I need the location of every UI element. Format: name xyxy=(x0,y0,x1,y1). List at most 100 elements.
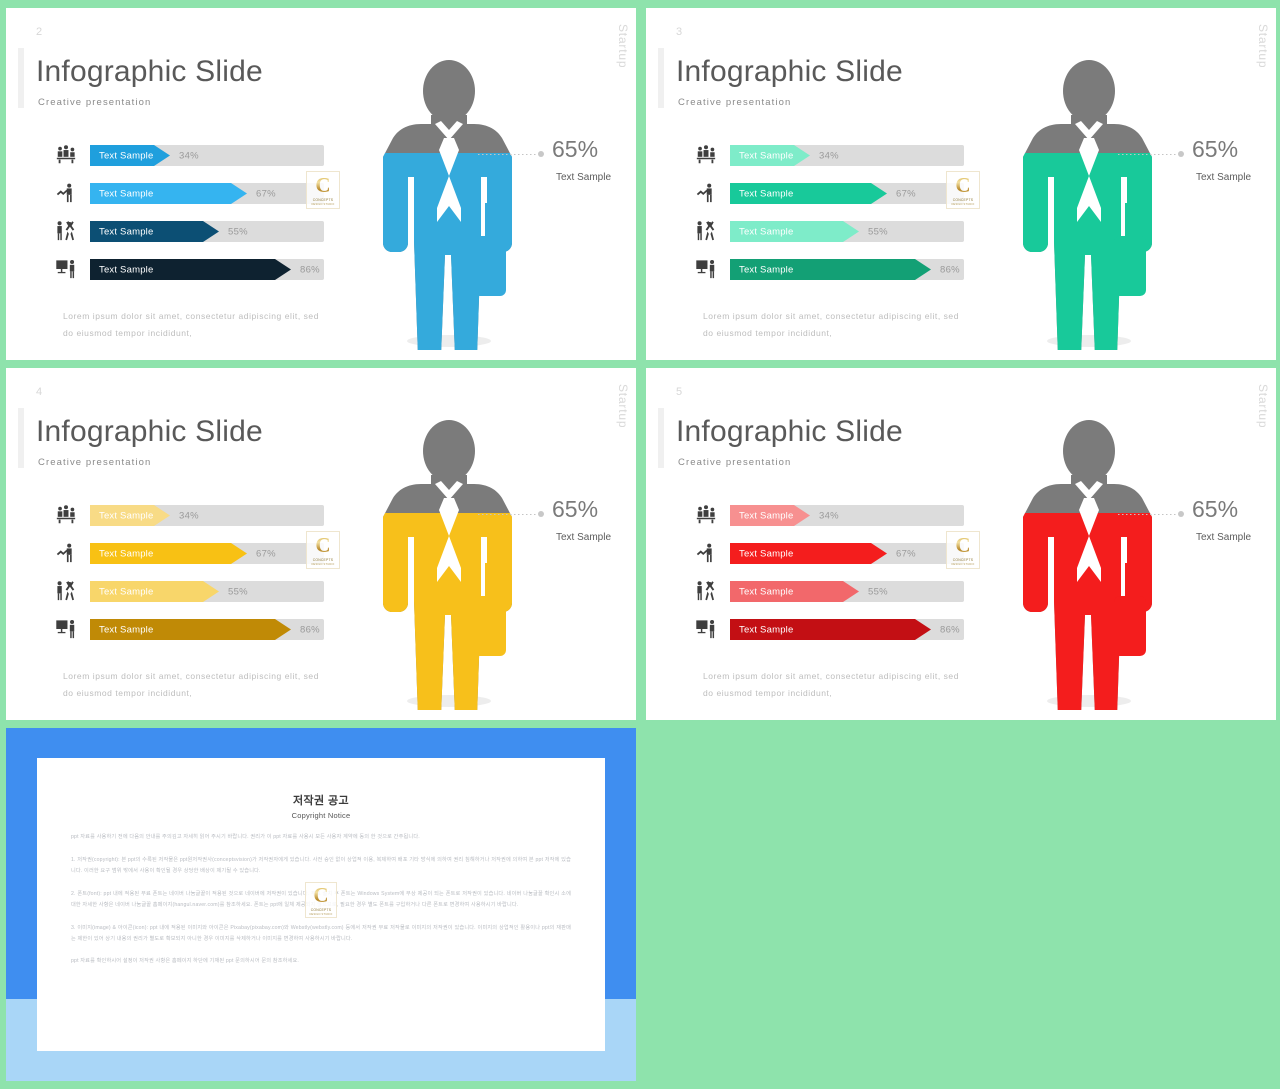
callout-label: Text Sample xyxy=(556,172,612,183)
team-meeting-icon xyxy=(54,143,78,167)
bar-track: Text Sample 67% xyxy=(730,183,964,204)
bar-row[interactable]: Text Sample 55% xyxy=(54,217,344,246)
bar-percent: 55% xyxy=(228,586,248,597)
bar-row[interactable]: Text Sample 86% xyxy=(694,615,984,644)
bar-label: Text Sample xyxy=(99,226,154,237)
slide-2[interactable]: 2 Startup Infographic Slide Creative pre… xyxy=(6,8,636,360)
bar-percent: 86% xyxy=(300,264,320,275)
bar-row[interactable]: Text Sample 86% xyxy=(54,255,344,284)
title-accent-bar xyxy=(658,48,664,108)
background-filler xyxy=(636,720,1280,1089)
watermark-logo: C CONCEPTS DESIGN STUDIO xyxy=(946,531,980,569)
callout-percent: 65% xyxy=(1192,496,1239,522)
bar-row[interactable]: Text Sample 55% xyxy=(54,577,344,606)
presentation-icon xyxy=(694,257,718,281)
bar-track: Text Sample 86% xyxy=(730,619,964,640)
watermark-logo: C CONCEPTS DESIGN STUDIO xyxy=(306,531,340,569)
bar-label: Text Sample xyxy=(739,624,794,635)
bar-row[interactable]: Text Sample 67% xyxy=(694,179,984,208)
watermark-line2: DESIGN STUDIO xyxy=(311,202,335,206)
bar-chart: Text Sample 34% Text Sample 67% Text Sam… xyxy=(54,501,344,653)
body-paragraph: Lorem ipsum dolor sit amet, consectetur … xyxy=(63,311,319,338)
watermark-letter: C xyxy=(955,172,971,197)
presentation-icon xyxy=(54,257,78,281)
businessman-figure xyxy=(361,60,536,350)
watermark-logo-copyright: C CONCEPTS DESIGN STUDIO xyxy=(305,882,337,918)
bar-track: Text Sample 67% xyxy=(90,183,324,204)
presentation-icon xyxy=(54,617,78,641)
bar-track: Text Sample 34% xyxy=(730,505,964,526)
slide-number: 5 xyxy=(676,386,683,398)
callout-leader-line xyxy=(478,514,536,515)
bar-percent: 55% xyxy=(868,586,888,597)
bar-label: Text Sample xyxy=(739,226,794,237)
callout-label: Text Sample xyxy=(1196,532,1252,543)
bar-row[interactable]: Text Sample 86% xyxy=(694,255,984,284)
bar-label: Text Sample xyxy=(99,586,154,597)
bar-track: Text Sample 34% xyxy=(730,145,964,166)
watermark-line1: CONCEPTS xyxy=(952,197,974,202)
bar-fill: Text Sample xyxy=(730,619,931,640)
bar-row[interactable]: Text Sample 34% xyxy=(54,501,344,530)
watermark-line2: DESIGN STUDIO xyxy=(311,562,335,566)
title-accent-bar xyxy=(658,408,664,468)
team-meeting-icon xyxy=(694,143,718,167)
bar-fill: Text Sample xyxy=(90,145,170,166)
copyright-title-english: Copyright Notice xyxy=(291,811,351,820)
bar-fill: Text Sample xyxy=(90,581,219,602)
bar-track: Text Sample 34% xyxy=(90,145,324,166)
watermark-line1: CONCEPTS xyxy=(310,907,332,912)
bar-row[interactable]: Text Sample 55% xyxy=(694,217,984,246)
bar-row[interactable]: Text Sample 34% xyxy=(694,501,984,530)
bar-fill: Text Sample xyxy=(730,221,859,242)
watermark-letter: C xyxy=(315,172,331,197)
bar-label: Text Sample xyxy=(739,264,794,275)
watermark-line1: CONCEPTS xyxy=(312,557,334,562)
watermark-line1: CONCEPTS xyxy=(312,197,334,202)
slide-5[interactable]: 5 Startup Infographic Slide Creative pre… xyxy=(646,368,1276,720)
bar-percent: 67% xyxy=(896,188,916,199)
bar-label: Text Sample xyxy=(99,548,154,559)
bar-track: Text Sample 67% xyxy=(90,543,324,564)
bar-row[interactable]: Text Sample 55% xyxy=(694,577,984,606)
title-accent-bar xyxy=(18,48,24,108)
slide-3[interactable]: 3 Startup Infographic Slide Creative pre… xyxy=(646,8,1276,360)
bar-track: Text Sample 55% xyxy=(90,581,324,602)
watermark-line1: CONCEPTS xyxy=(952,557,974,562)
bar-row[interactable]: Text Sample 67% xyxy=(694,539,984,568)
callout-label: Text Sample xyxy=(556,532,612,543)
bar-fill: Text Sample xyxy=(90,543,247,564)
bar-label: Text Sample xyxy=(99,510,154,521)
bar-track: Text Sample 86% xyxy=(730,259,964,280)
bar-percent: 55% xyxy=(228,226,248,237)
bar-row[interactable]: Text Sample 86% xyxy=(54,615,344,644)
callout-end-dot xyxy=(538,511,544,517)
bar-row[interactable]: Text Sample 34% xyxy=(54,141,344,170)
callout-percent: 65% xyxy=(552,496,599,522)
bar-percent: 34% xyxy=(179,510,199,521)
slide-4[interactable]: 4 Startup Infographic Slide Creative pre… xyxy=(6,368,636,720)
body-paragraph: Lorem ipsum dolor sit amet, consectetur … xyxy=(63,671,319,698)
callout-label: Text Sample xyxy=(1196,172,1252,183)
callout-leader-line xyxy=(1118,154,1176,155)
bar-percent: 67% xyxy=(896,548,916,559)
businessman-figure xyxy=(1001,420,1176,710)
page-title: Infographic Slide xyxy=(676,415,903,448)
watermark-logo: C CONCEPTS DESIGN STUDIO xyxy=(306,171,340,209)
callout-percent: 65% xyxy=(1192,136,1239,162)
bar-percent: 67% xyxy=(256,548,276,559)
watermark-letter: C xyxy=(313,882,329,907)
bar-label: Text Sample xyxy=(739,510,794,521)
presentation-icon xyxy=(694,617,718,641)
bar-fill: Text Sample xyxy=(90,221,219,242)
watermark-logo: C CONCEPTS DESIGN STUDIO xyxy=(946,171,980,209)
copyright-paragraph-4: 3. 이미지(image) & 아이콘(icon): ppt 내에 적용된 이미… xyxy=(71,924,571,942)
bar-row[interactable]: Text Sample 67% xyxy=(54,179,344,208)
bar-fill: Text Sample xyxy=(730,581,859,602)
bar-label: Text Sample xyxy=(739,188,794,199)
bar-track: Text Sample 55% xyxy=(730,581,964,602)
bar-row[interactable]: Text Sample 34% xyxy=(694,141,984,170)
slide-side-label: Startup xyxy=(1256,384,1270,429)
bar-fill: Text Sample xyxy=(90,183,247,204)
bar-row[interactable]: Text Sample 67% xyxy=(54,539,344,568)
